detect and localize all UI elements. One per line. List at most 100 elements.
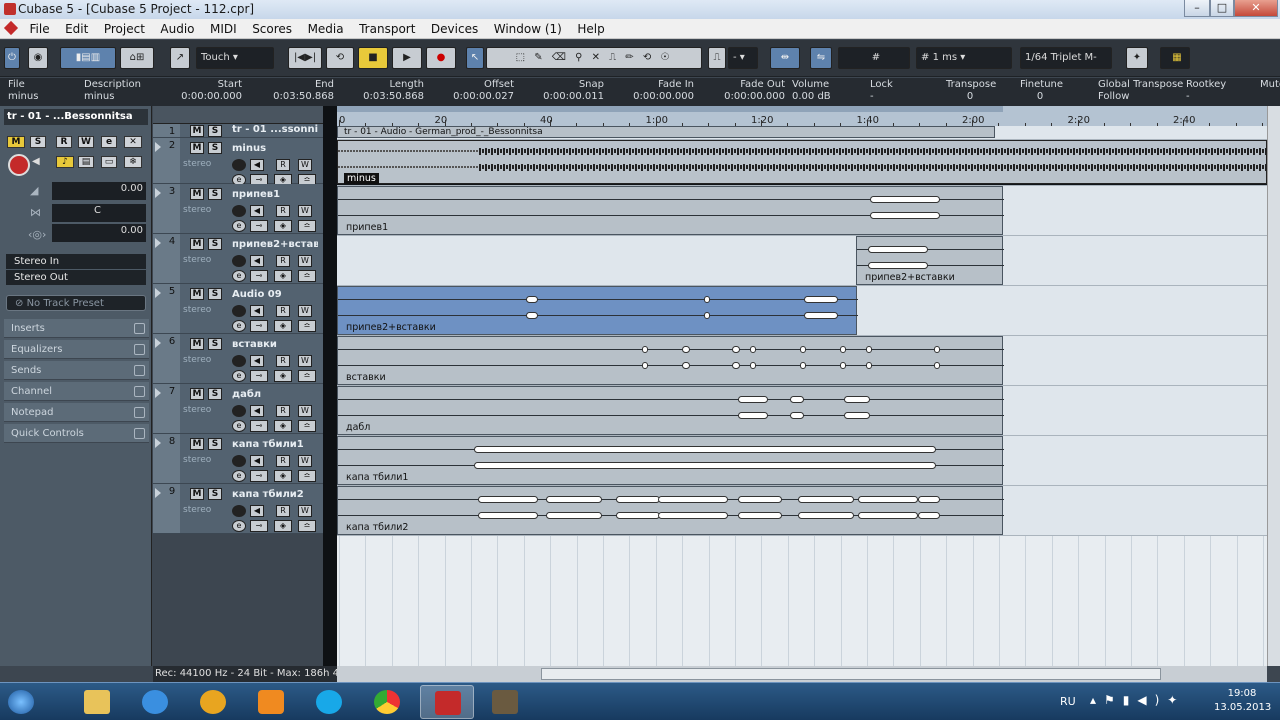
- monitor-icon[interactable]: ◀: [250, 405, 264, 417]
- monitor-icon[interactable]: ◀: [32, 156, 46, 170]
- info-length[interactable]: Length 0:03:50.868: [360, 79, 424, 103]
- track-name[interactable]: капа тбили2: [232, 489, 318, 500]
- vertical-scrollbar[interactable]: [1267, 106, 1280, 666]
- info-snap[interactable]: Snap 0:00:00.011: [540, 79, 604, 103]
- close-button[interactable]: ✕: [1234, 0, 1278, 17]
- time-base-icon[interactable]: ≏: [298, 320, 316, 332]
- track-mute-button[interactable]: M: [190, 488, 204, 500]
- taskbar-chrome[interactable]: [360, 685, 414, 719]
- track-read-button[interactable]: R: [276, 305, 290, 317]
- inspector-read-button[interactable]: R: [56, 136, 72, 148]
- audio-event[interactable]: капа тбили2: [337, 486, 1004, 535]
- track-row[interactable]: 5 M S Audio 09 stereo ◀ R We ⊸ ◈ ≏: [153, 284, 323, 334]
- expand-arrow-icon[interactable]: [155, 388, 161, 398]
- time-base-icon[interactable]: ≏: [298, 370, 316, 382]
- quantize-select[interactable]: # 1 ms ▾: [916, 47, 1012, 69]
- monitor-icon[interactable]: ◀: [250, 159, 264, 171]
- track-mute-button[interactable]: M: [190, 288, 204, 300]
- warp-icon[interactable]: ◈: [274, 470, 292, 482]
- lanes-icon[interactable]: ⊸: [250, 520, 268, 532]
- info-description[interactable]: Description minus: [84, 79, 141, 103]
- menu-transport[interactable]: Transport: [353, 19, 421, 39]
- track-read-button[interactable]: R: [276, 455, 290, 467]
- audio-event[interactable]: капа тбили1: [337, 436, 1004, 485]
- time-base-icon[interactable]: ≏: [298, 520, 316, 532]
- time-base-icon[interactable]: ≏: [298, 470, 316, 482]
- track-write-button[interactable]: W: [298, 355, 312, 367]
- stop-button[interactable]: ■: [358, 47, 388, 69]
- activate-project-icon[interactable]: ⏻: [4, 47, 20, 69]
- track-row[interactable]: 2 M Sminus stereo ◀ R We ⊸ ◈ ≏: [153, 138, 323, 186]
- track-write-button[interactable]: W: [298, 505, 312, 517]
- track-lane[interactable]: [337, 236, 1267, 286]
- info-mute[interactable]: Mute: [1260, 79, 1280, 91]
- track-solo-button[interactable]: S: [208, 238, 222, 250]
- section-notepad[interactable]: Notepad: [4, 403, 149, 422]
- maximize-button[interactable]: □: [1210, 0, 1234, 17]
- lanes-icon[interactable]: ▭: [101, 156, 117, 168]
- lanes-icon[interactable]: ⊸: [250, 370, 268, 382]
- expand-arrow-icon[interactable]: [155, 338, 161, 348]
- track-row[interactable]: 7 M Sдабл stereo ◀ R We ⊸ ◈ ≏: [153, 384, 323, 434]
- expand-arrow-icon[interactable]: [155, 288, 161, 298]
- track-row[interactable]: 6 M Sвставки stereo ◀ R We ⊸ ◈ ≏: [153, 334, 323, 384]
- track-mute-button[interactable]: M: [190, 238, 204, 250]
- track-solo-button[interactable]: S: [208, 125, 222, 137]
- track-mute-button[interactable]: M: [190, 125, 204, 137]
- track-name[interactable]: minus: [232, 143, 318, 154]
- info-fade-in[interactable]: Fade In 0:00:00.000: [630, 79, 694, 103]
- track-preset-field[interactable]: ⊘ No Track Preset: [6, 295, 146, 311]
- time-ruler[interactable]: 0 20 40 1:00 1:20 1:40 2:00 2:20 2:40: [337, 106, 1267, 126]
- warp-icon[interactable]: ◈: [274, 220, 292, 232]
- track-read-button[interactable]: R: [276, 405, 290, 417]
- track-write-button[interactable]: W: [298, 305, 312, 317]
- expand-arrow-icon[interactable]: [155, 438, 161, 448]
- automation-mode-select[interactable]: Touch ▾: [196, 47, 274, 69]
- info-lock[interactable]: Lock -: [870, 79, 893, 103]
- record-enable-icon[interactable]: [232, 159, 246, 171]
- play-button[interactable]: ▶: [392, 47, 422, 69]
- clock[interactable]: 19:08 13.05.2013: [1214, 687, 1271, 715]
- tray-icons[interactable]: ▴⚑▮◀)✦: [1090, 693, 1185, 707]
- edit-tools-icons[interactable]: ⬚ ✎ ⌫ ⚲ ✕ ⎍ ✏ ⟲ ☉: [486, 47, 702, 69]
- horizontal-scrollbar[interactable]: [337, 666, 1267, 682]
- volume-slider[interactable]: 0.00: [52, 182, 146, 200]
- menu-scores[interactable]: Scores: [246, 19, 298, 39]
- info-end[interactable]: End 0:03:50.868: [268, 79, 334, 103]
- taskbar-ie[interactable]: [128, 685, 182, 719]
- snap-type-icon[interactable]: ⇹: [770, 47, 800, 69]
- track-write-button[interactable]: W: [298, 255, 312, 267]
- cycle-locator-range[interactable]: [337, 106, 1003, 112]
- track-read-button[interactable]: R: [276, 205, 290, 217]
- section-channel[interactable]: Channel: [4, 382, 149, 401]
- info-volume[interactable]: Volume 0.00 dB: [792, 79, 831, 103]
- menu-media[interactable]: Media: [302, 19, 350, 39]
- track-mute-button[interactable]: M: [190, 188, 204, 200]
- lanes-icon[interactable]: ⊸: [250, 320, 268, 332]
- track-read-button[interactable]: R: [276, 255, 290, 267]
- track-edit-button[interactable]: e: [232, 320, 246, 332]
- expand-arrow-icon[interactable]: [155, 188, 161, 198]
- track-name[interactable]: вставки: [232, 339, 318, 350]
- monitor-icon[interactable]: ◀: [250, 205, 264, 217]
- inspector-write-button[interactable]: W: [78, 136, 94, 148]
- track-row[interactable]: 8 M Sкапа тбили1 stereo ◀ R We ⊸ ◈ ≏: [153, 434, 323, 484]
- freeze-icon[interactable]: ❄: [124, 156, 142, 168]
- monitor-icon[interactable]: ◀: [250, 255, 264, 267]
- snap-mode-select[interactable]: - ▾: [728, 47, 758, 69]
- delay-slider[interactable]: 0.00: [52, 224, 146, 242]
- track-solo-button[interactable]: S: [208, 338, 222, 350]
- track-name[interactable]: tr - 01 ...ssonnits: [232, 124, 318, 135]
- constrain-delay-icon[interactable]: ◉: [28, 47, 48, 69]
- record-enable-icon[interactable]: [232, 405, 246, 417]
- start-button[interactable]: [2, 685, 46, 719]
- track-mute-button[interactable]: M: [190, 388, 204, 400]
- object-selection-tool-icon[interactable]: ↖: [466, 47, 484, 69]
- warp-icon[interactable]: ◈: [274, 320, 292, 332]
- time-base-icon[interactable]: ≏: [298, 420, 316, 432]
- lanes-icon[interactable]: ⊸: [250, 270, 268, 282]
- track-solo-button[interactable]: S: [208, 188, 222, 200]
- snap-type-select[interactable]: 1/64 Triplet M-: [1020, 47, 1112, 69]
- record-enable-icon[interactable]: [232, 505, 246, 517]
- expand-arrow-icon[interactable]: [155, 142, 161, 152]
